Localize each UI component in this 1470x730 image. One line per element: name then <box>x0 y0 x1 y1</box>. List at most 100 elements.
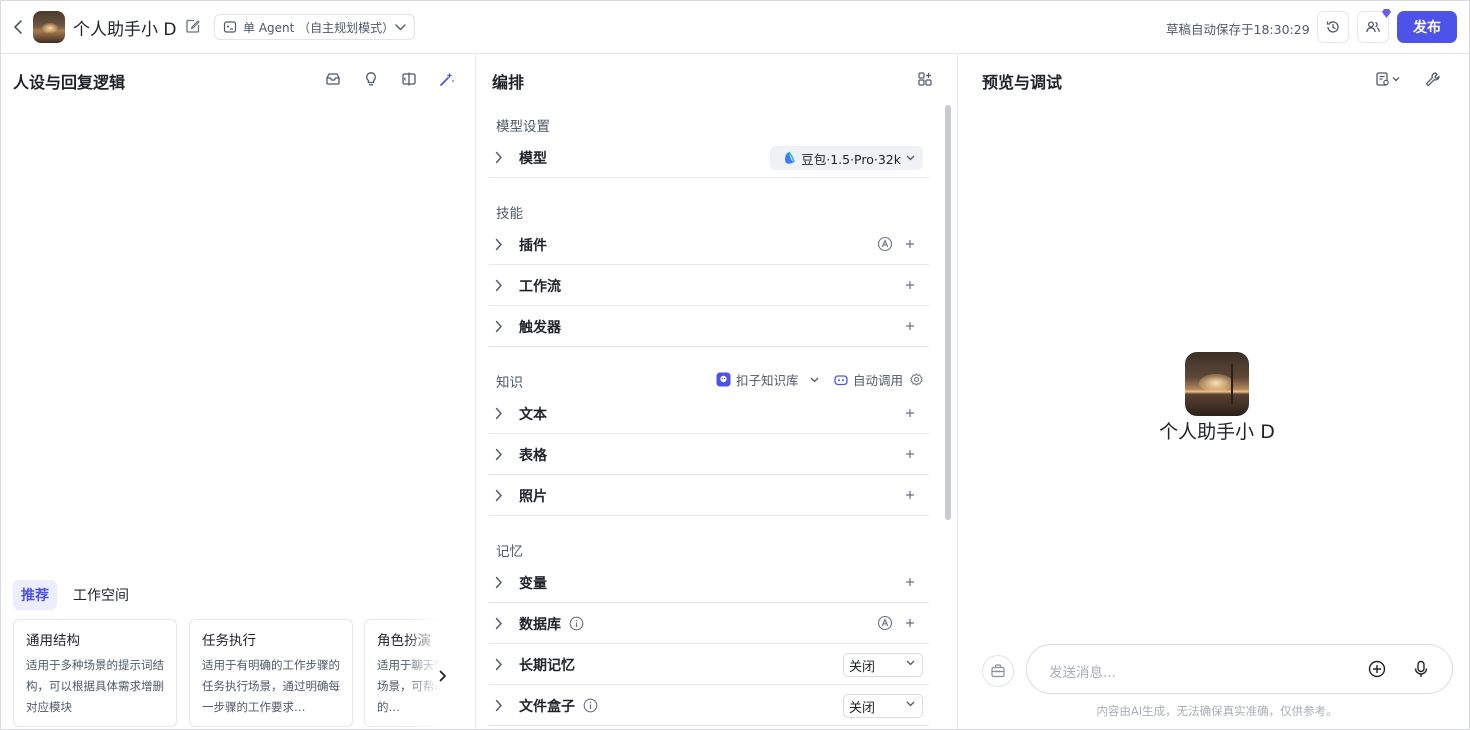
add-icon[interactable] <box>903 575 917 589</box>
chevron-right-icon <box>495 658 503 671</box>
auto-call-icon <box>834 373 848 387</box>
history-button[interactable] <box>1317 11 1349 43</box>
add-icon[interactable] <box>903 488 917 502</box>
gear-icon[interactable] <box>910 373 923 386</box>
select-value: 关闭 <box>849 700 876 716</box>
auto-mode-icon[interactable] <box>877 236 893 252</box>
card-title: 任务执行 <box>202 633 256 649</box>
row-plugins[interactable]: 插件 <box>489 224 929 265</box>
row-workflow[interactable]: 工作流 <box>489 265 929 306</box>
row-model[interactable]: 模型 豆包·1.5·Pro·32k <box>489 137 929 178</box>
knowledge-base-select[interactable]: 扣子知识库 <box>716 370 819 389</box>
microphone-icon[interactable] <box>1413 660 1429 678</box>
row-database[interactable]: 数据库 <box>489 603 929 644</box>
row-photo[interactable]: 照片 <box>489 475 929 516</box>
chevron-down-icon <box>906 701 915 707</box>
file-box-select[interactable]: 关闭 <box>843 694 923 718</box>
chevron-right-icon <box>495 699 503 712</box>
row-trigger[interactable]: 触发器 <box>489 306 929 347</box>
card-desc: 适用于有明确的工作步骤的任务执行场景，通过明确每一步骤的工作要求… <box>202 658 340 714</box>
add-icon[interactable] <box>903 319 917 333</box>
persona-title: 人设与回复逻辑 <box>13 73 126 92</box>
template-card[interactable]: 通用结构 适用于多种场景的提示词结构，可以根据具体需求增删对应模块 <box>13 619 177 727</box>
row-label: 触发器 <box>519 320 561 336</box>
long-term-memory-select[interactable]: 关闭 <box>843 653 923 677</box>
row-label: 文本 <box>519 407 547 423</box>
chevron-down-icon <box>906 660 915 666</box>
row-label: 照片 <box>519 489 547 505</box>
chevron-right-icon <box>495 279 503 292</box>
tab-recommended[interactable]: 推荐 <box>13 580 57 610</box>
model-select[interactable]: 豆包·1.5·Pro·32k <box>770 146 923 170</box>
template-card[interactable]: 任务执行 适用于有明确的工作步骤的任务执行场景，通过明确每一步骤的工作要求… <box>189 619 353 727</box>
add-icon[interactable] <box>903 616 917 630</box>
info-icon[interactable] <box>583 698 598 713</box>
app-title: 个人助手小 D <box>73 20 177 40</box>
add-icon[interactable] <box>903 237 917 251</box>
add-circle-icon[interactable] <box>1368 660 1386 678</box>
row-long-term-memory[interactable]: 长期记忆 关闭 <box>489 644 929 685</box>
persona-panel: 人设与回复逻辑 推荐 工作空间 通用结构 适用于多种场景的提示词结构，可以根据具… <box>1 54 476 729</box>
row-label: 表格 <box>519 448 547 464</box>
section-skills: 技能 <box>496 206 523 222</box>
back-icon[interactable] <box>9 15 27 39</box>
edit-icon[interactable] <box>185 18 203 36</box>
chevron-right-icon <box>495 151 503 164</box>
row-variables[interactable]: 变量 <box>489 562 929 603</box>
arrangement-panel: 编排 模型设置 模型 豆包·1.5·Pro·32k 技能 插件 工作流 触发器 … <box>476 54 958 729</box>
toolbox-button[interactable] <box>982 655 1014 687</box>
card-title: 通用结构 <box>26 633 80 649</box>
conversation-settings-button[interactable] <box>1372 69 1404 89</box>
debug-wrench-icon[interactable] <box>1423 69 1443 89</box>
chevron-down-icon <box>810 377 819 383</box>
doubao-logo-icon <box>782 151 796 165</box>
add-icon[interactable] <box>903 278 917 292</box>
tab-workspace[interactable]: 工作空间 <box>65 580 137 610</box>
model-value: 豆包·1.5·Pro·32k <box>801 151 901 167</box>
publish-button[interactable]: 发布 <box>1397 11 1457 43</box>
ai-optimize-icon[interactable] <box>437 69 457 89</box>
collaborators-button[interactable] <box>1357 8 1392 43</box>
layout-grid-icon[interactable] <box>915 69 935 89</box>
chevron-right-icon <box>495 617 503 630</box>
bot-name: 个人助手小 D <box>1159 421 1275 443</box>
users-icon <box>1365 19 1381 35</box>
select-value: 关闭 <box>849 659 876 675</box>
row-text[interactable]: 文本 <box>489 393 929 434</box>
knowledge-base-icon <box>716 372 731 387</box>
add-icon[interactable] <box>903 447 917 461</box>
cards-next-button[interactable] <box>431 664 455 688</box>
section-model-settings: 模型设置 <box>496 119 550 135</box>
compare-view-icon[interactable] <box>399 69 419 89</box>
preview-panel: 预览与调试 个人助手小 D 发送消息... 内容由AI生成，无法确保真实准确，仅… <box>958 54 1469 729</box>
section-memory: 记忆 <box>496 544 523 560</box>
premium-badge-icon <box>1381 8 1392 19</box>
lightbulb-icon[interactable] <box>361 69 381 89</box>
auto-call-label: 自动调用 <box>853 373 904 388</box>
row-label: 插件 <box>519 238 547 254</box>
row-label: 长期记忆 <box>519 658 575 674</box>
chevron-down-icon <box>906 155 915 161</box>
chevron-down-icon <box>395 23 406 31</box>
agent-mode-select[interactable]: 单 Agent （自主规划模式） <box>214 14 415 40</box>
agent-icon <box>223 20 237 34</box>
top-bar: 个人助手小 D 单 Agent （自主规划模式） 草稿自动保存于18:30:29 <box>1 1 1469 54</box>
card-desc: 适用于多种场景的提示词结构，可以根据具体需求增删对应模块 <box>26 658 164 714</box>
row-label: 工作流 <box>519 279 561 295</box>
row-file-box[interactable]: 文件盒子 关闭 <box>489 685 929 726</box>
info-icon[interactable] <box>569 616 584 631</box>
template-cards: 通用结构 适用于多种场景的提示词结构，可以根据具体需求增删对应模块 任务执行 适… <box>13 619 453 729</box>
arrangement-scrollbar[interactable] <box>945 105 951 520</box>
prompt-library-icon[interactable] <box>323 69 343 89</box>
message-input[interactable]: 发送消息... <box>1026 644 1453 694</box>
template-tabs: 推荐 工作空间 <box>13 580 137 610</box>
history-icon <box>1325 19 1341 35</box>
row-table[interactable]: 表格 <box>489 434 929 475</box>
auto-call-setting[interactable]: 自动调用 <box>834 370 923 389</box>
toolbox-icon <box>990 663 1006 679</box>
chevron-right-icon <box>495 407 503 420</box>
row-label: 数据库 <box>519 617 561 633</box>
add-icon[interactable] <box>903 406 917 420</box>
message-placeholder: 发送消息... <box>1049 665 1116 681</box>
auto-mode-icon[interactable] <box>877 615 893 631</box>
